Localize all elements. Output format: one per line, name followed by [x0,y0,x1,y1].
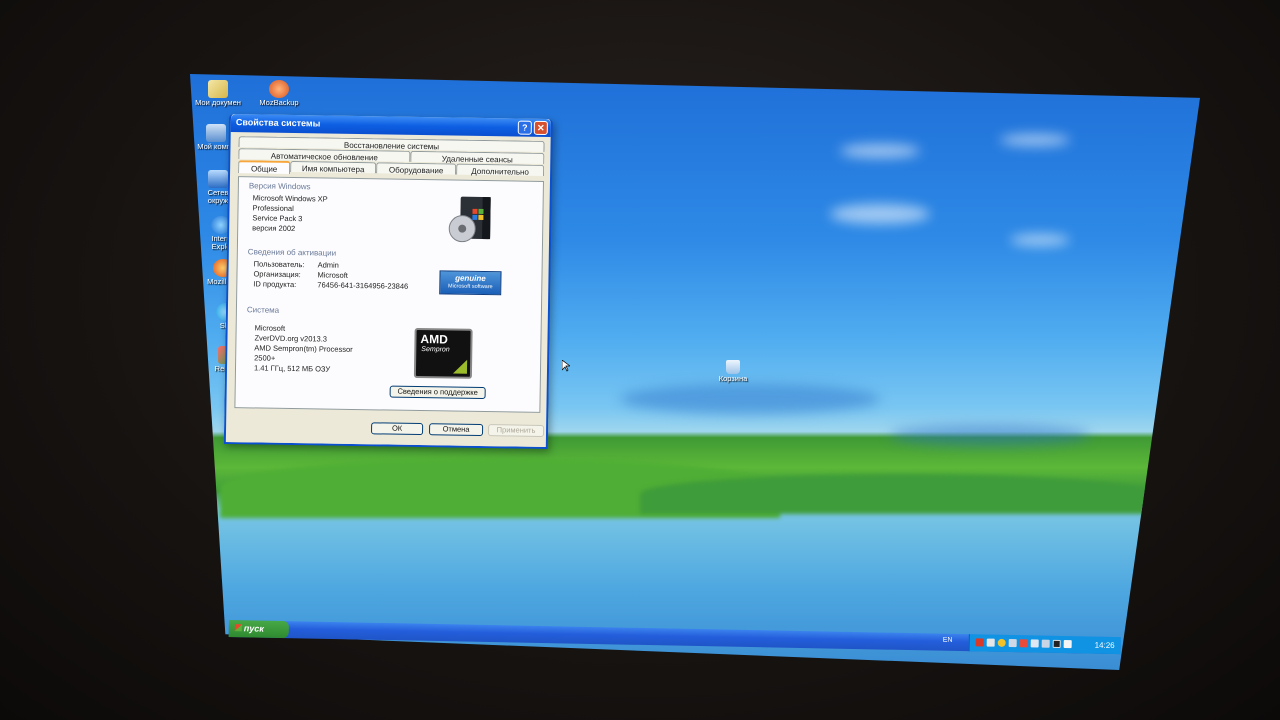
genuine-subtext: Microsoft software [447,283,493,291]
cloud [890,424,1090,446]
tray-app-icon[interactable] [997,638,1006,647]
dialog-title: Свойства системы [235,117,321,129]
os-version: версия 2002 [252,223,296,234]
desktop-icon-label: MozBackup [259,98,299,107]
cloud [1000,134,1070,146]
mouse-pointer-icon [562,360,570,372]
tab-hardware[interactable]: Оборудование [376,162,457,175]
system-tray: 14:26 [968,634,1121,655]
product-id-value: 76456-641-3164956-23846 [317,280,409,291]
cloud [830,204,930,224]
green-hill [640,474,1160,514]
desktop-icon-label: Сетев окруж [207,188,229,205]
language-indicator[interactable]: EN [943,637,953,644]
tray-app-icon[interactable] [986,638,995,647]
amd-brand: AMD [420,332,448,347]
desktop-icon-my-documents[interactable]: Мои докумен [192,80,244,107]
tab-advanced[interactable]: Дополнительно [456,163,545,177]
system-properties-dialog: Свойства системы ? ✕ Восстановление сист… [223,114,553,450]
volume-icon[interactable] [1041,639,1050,648]
ok-button[interactable]: ОК [370,422,424,436]
network-icon[interactable] [1008,638,1017,648]
activation-label: Сведения об активации [247,247,337,258]
apply-button[interactable]: Применить [487,424,545,437]
taskbar-clock[interactable]: 14:26 [1095,641,1115,650]
support-info-button[interactable]: Сведения о поддержке [389,385,486,400]
system-label: Система [246,305,280,315]
windows-xp-box-icon [448,196,491,243]
display-icon[interactable] [1052,639,1061,648]
windows-flag-icon [234,624,242,632]
mozbackup-icon [269,80,289,98]
safely-remove-hardware-icon[interactable] [1030,639,1039,648]
dialog-title-bar[interactable]: Свойства системы ? ✕ [230,114,551,138]
antivirus-icon[interactable] [975,638,984,647]
cloud [840,144,920,158]
tab-general[interactable]: Общие [238,160,291,174]
amd-logo-corner [452,359,468,374]
start-button[interactable]: пуск [228,620,289,639]
genuine-text: genuine [455,273,486,284]
my-computer-icon [206,124,226,142]
recycle-bin-icon [726,360,740,374]
tab-remote-sessions[interactable]: Удаленные сеансы [410,150,545,164]
amd-model: Sempron [421,346,450,354]
cloud [1010,234,1070,246]
close-icon[interactable]: ✕ [533,120,548,136]
desktop-icon-recycle-bin[interactable]: Корзина [708,360,758,383]
amd-sempron-logo: AMD Sempron [413,327,473,379]
general-tab-panel: Версия Windows Microsoft Windows XP Prof… [234,176,544,413]
cpu-ram-info: 1.41 ГГц, 512 МБ ОЗУ [253,363,331,374]
processor-model: 2500+ [254,353,276,363]
user-value: Admin [317,260,339,270]
network-places-icon [208,170,228,188]
tray-app-icon[interactable] [1063,640,1072,649]
os-edition: Professional [252,203,294,214]
organization-value: Microsoft [317,270,348,280]
genuine-microsoft-badge: genuine Microsoft software [439,270,502,296]
tab-computer-name[interactable]: Имя компьютера [290,160,377,174]
cloud [620,384,880,414]
my-documents-icon [208,80,228,98]
tray-app-icon[interactable] [1019,639,1028,648]
desktop-icon-mozbackup[interactable]: MozBackup [253,80,305,107]
help-icon[interactable]: ? [517,120,532,135]
product-id-label: ID продукта: [253,279,297,290]
windows-version-label: Версия Windows [248,181,311,192]
system-manufacturer: Microsoft [254,323,286,333]
cancel-button[interactable]: Отмена [428,423,484,437]
start-label: пуск [243,623,265,634]
desktop-icon-label: Мои докумен [195,98,241,107]
desktop-icon-label: Корзина [718,374,748,383]
